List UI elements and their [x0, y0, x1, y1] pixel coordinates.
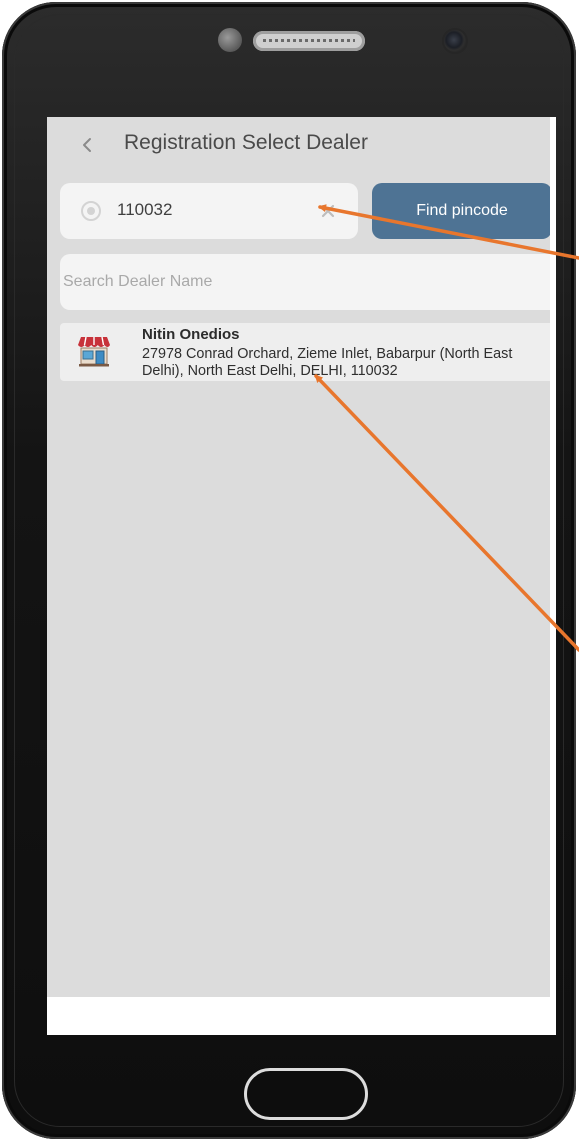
dealer-address: 27978 Conrad Orchard, Zieme Inlet, Babar…: [142, 346, 513, 379]
chevron-left-icon[interactable]: [77, 133, 97, 157]
proximity-sensor: [218, 28, 242, 52]
stage: Registration Select Dealer 110032 Find p…: [0, 0, 579, 1141]
find-pincode-button[interactable]: Find pincode: [372, 183, 550, 239]
store-icon: [77, 335, 111, 367]
close-icon[interactable]: [317, 200, 339, 222]
earpiece-speaker: [253, 31, 365, 51]
top-bar: Registration Select Dealer: [47, 117, 550, 175]
dealer-search-box[interactable]: [60, 254, 550, 310]
store-svg: [78, 336, 110, 367]
pincode-input[interactable]: [117, 200, 297, 220]
dealer-name: Nitin Onedios: [142, 326, 240, 343]
find-pincode-label: Find pincode: [416, 202, 508, 219]
front-camera: [444, 30, 466, 52]
speaker-grille: [263, 39, 355, 42]
chevron-left-svg: [83, 138, 91, 152]
page-title: Registration Select Dealer: [124, 131, 368, 154]
app-view: Registration Select Dealer 110032 Find p…: [47, 117, 550, 997]
dealer-search-input[interactable]: [60, 254, 543, 310]
phone-screen: Registration Select Dealer 110032 Find p…: [47, 117, 556, 1035]
close-svg: [321, 204, 335, 218]
gps-locate-svg: [81, 201, 101, 221]
gps-locate-icon[interactable]: [79, 199, 103, 223]
home-button[interactable]: [244, 1068, 368, 1120]
dealer-list-item[interactable]: Nitin Onedios 27978 Conrad Orchard, Ziem…: [60, 323, 550, 381]
pincode-field[interactable]: [60, 183, 358, 239]
